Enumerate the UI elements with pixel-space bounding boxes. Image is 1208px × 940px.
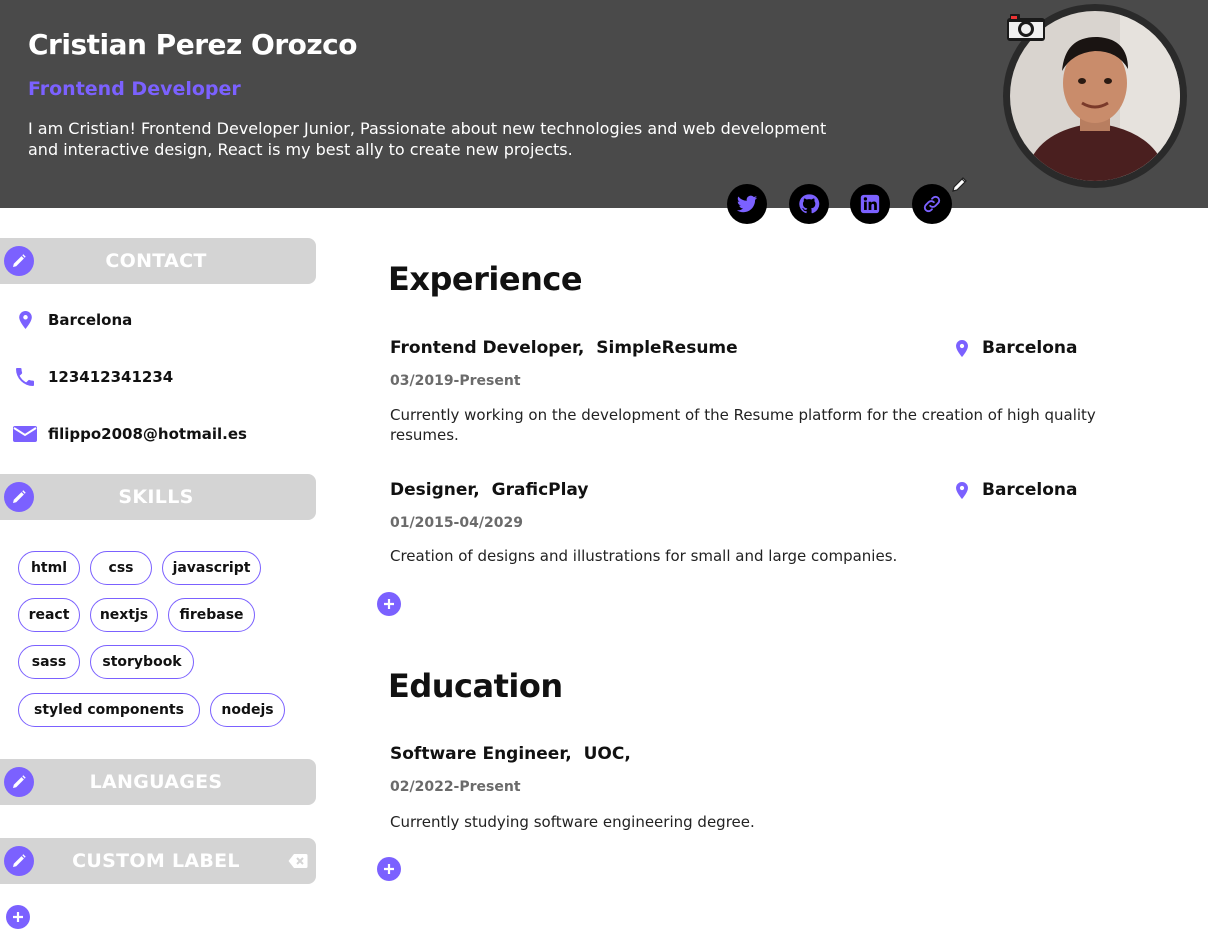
- education-date[interactable]: 02/2022-Present: [390, 779, 521, 795]
- experience-company: SimpleResume: [596, 338, 738, 358]
- plus-icon: [384, 599, 394, 609]
- phone-icon: [12, 365, 38, 389]
- skill-chip[interactable]: firebase: [168, 598, 255, 632]
- skills-section-header: SKILLS: [0, 474, 316, 520]
- languages-section-header: LANGUAGES: [0, 759, 316, 805]
- experience-description[interactable]: Currently working on the development of …: [390, 405, 1100, 445]
- skill-chip[interactable]: css: [90, 551, 152, 585]
- experience-date[interactable]: 01/2015-04/2029: [390, 515, 523, 531]
- skill-chip[interactable]: sass: [18, 645, 80, 679]
- skill-chip[interactable]: react: [18, 598, 80, 632]
- location-pin-icon: [12, 308, 38, 332]
- skill-chip[interactable]: styled components: [18, 693, 200, 727]
- experience-location-text: Barcelona: [982, 480, 1078, 500]
- profile-header: Cristian Perez Orozco Frontend Developer…: [0, 0, 1208, 208]
- skill-chip[interactable]: javascript: [162, 551, 261, 585]
- skill-chip[interactable]: nodejs: [210, 693, 285, 727]
- profile-role[interactable]: Frontend Developer: [28, 78, 241, 100]
- edit-social-pencil-icon[interactable]: [950, 174, 970, 194]
- contact-email[interactable]: filippo2008@hotmail.es: [12, 422, 247, 446]
- custom-section-header: CUSTOM LABEL: [0, 838, 316, 884]
- plus-icon: [384, 864, 394, 874]
- website-link[interactable]: [912, 184, 952, 224]
- experience-company: GraficPlay: [491, 480, 589, 500]
- contact-location-text: Barcelona: [48, 311, 133, 329]
- delete-section-icon[interactable]: [288, 853, 308, 869]
- education-item-title[interactable]: Software Engineer, UOC,: [390, 744, 631, 764]
- experience-location[interactable]: Barcelona: [954, 338, 1078, 358]
- contact-location[interactable]: Barcelona: [12, 308, 132, 332]
- languages-title: LANGUAGES: [89, 771, 223, 793]
- contact-phone[interactable]: 123412341234: [12, 365, 173, 389]
- location-pin-icon: [954, 481, 970, 499]
- github-icon: [799, 194, 820, 214]
- custom-title[interactable]: CUSTOM LABEL: [0, 850, 312, 872]
- education-heading: Education: [388, 667, 563, 705]
- email-icon: [12, 422, 38, 446]
- experience-item-title[interactable]: Designer, GraficPlay: [390, 480, 588, 500]
- experience-position: Designer,: [390, 480, 480, 500]
- github-link[interactable]: [789, 184, 829, 224]
- skill-chip[interactable]: nextjs: [90, 598, 158, 632]
- twitter-link[interactable]: [727, 184, 767, 224]
- skill-chip[interactable]: html: [18, 551, 80, 585]
- skill-chip[interactable]: storybook: [90, 645, 194, 679]
- link-icon: [923, 195, 941, 213]
- experience-item-title[interactable]: Frontend Developer, SimpleResume: [390, 338, 738, 358]
- experience-location[interactable]: Barcelona: [954, 480, 1078, 500]
- contact-section-header: CONTACT: [0, 238, 316, 284]
- education-description[interactable]: Currently studying software engineering …: [390, 812, 1100, 832]
- profile-bio[interactable]: I am Cristian! Frontend Developer Junior…: [28, 118, 848, 160]
- plus-icon: [13, 912, 23, 922]
- location-pin-icon: [954, 339, 970, 357]
- twitter-icon: [736, 195, 758, 213]
- contact-email-text: filippo2008@hotmail.es: [48, 425, 247, 443]
- camera-icon[interactable]: [1006, 12, 1046, 42]
- contact-title: CONTACT: [105, 250, 207, 272]
- experience-heading: Experience: [388, 260, 583, 298]
- add-experience-button[interactable]: [377, 592, 401, 616]
- linkedin-link[interactable]: [850, 184, 890, 224]
- experience-date[interactable]: 03/2019-Present: [390, 373, 521, 389]
- experience-position: Frontend Developer,: [390, 338, 585, 358]
- add-section-button[interactable]: [6, 905, 30, 929]
- skills-title: SKILLS: [118, 486, 194, 508]
- linkedin-icon: [860, 194, 880, 214]
- add-education-button[interactable]: [377, 857, 401, 881]
- experience-description[interactable]: Creation of designs and illustrations fo…: [390, 546, 1100, 566]
- contact-phone-text: 123412341234: [48, 368, 174, 386]
- education-school: UOC,: [583, 744, 631, 764]
- profile-name[interactable]: Cristian Perez Orozco: [28, 28, 358, 61]
- experience-location-text: Barcelona: [982, 338, 1078, 358]
- education-degree: Software Engineer,: [390, 744, 572, 764]
